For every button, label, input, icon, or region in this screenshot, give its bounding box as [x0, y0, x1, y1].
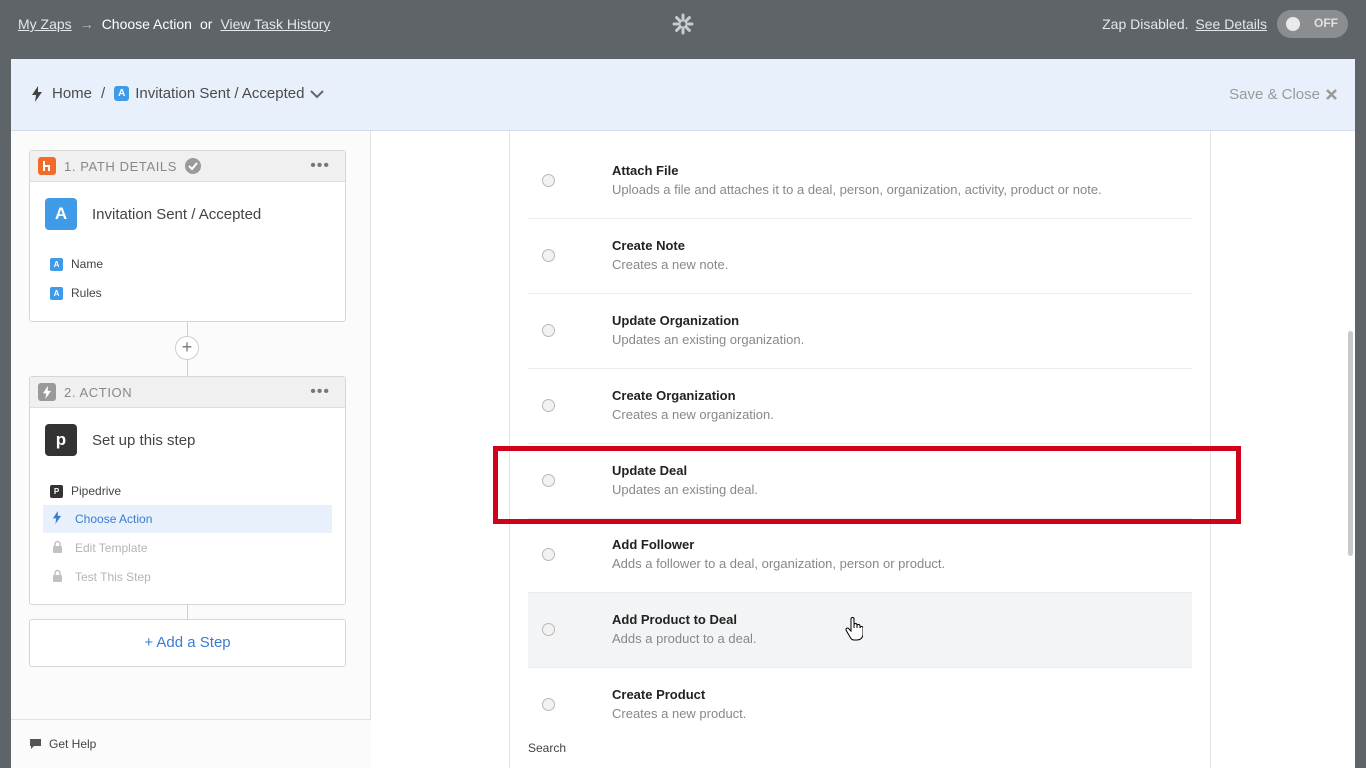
toggle-knob: [1286, 17, 1300, 31]
subitem-label: Edit Template: [75, 541, 148, 555]
bolt-icon: [50, 511, 64, 527]
radio-button[interactable]: [542, 399, 555, 412]
path-a-icon: A: [45, 198, 77, 230]
highlight-box: [493, 446, 1241, 524]
scrollbar-thumb[interactable]: [1348, 331, 1353, 556]
path-breadcrumb: Home / A Invitation Sent / Accepted: [31, 85, 325, 102]
bolt-icon: [32, 85, 42, 102]
action-option-create-note[interactable]: Create Note Creates a new note.: [528, 219, 1192, 294]
step-menu-icon[interactable]: •••: [310, 383, 330, 401]
subitem-label: Choose Action: [75, 512, 153, 526]
close-icon: [1326, 89, 1337, 100]
step-title: Set up this step: [92, 432, 196, 449]
action-option-create-product[interactable]: Create Product Creates a new product.: [528, 668, 1192, 743]
step-menu-icon[interactable]: •••: [310, 157, 330, 175]
action-description: Creates a new organization.: [612, 407, 774, 422]
home-link[interactable]: Home: [52, 85, 92, 102]
chevron-down-icon[interactable]: [310, 89, 325, 99]
a-badge-icon: A: [50, 257, 63, 271]
search-label: Search: [528, 741, 567, 755]
or-text: or: [199, 16, 213, 32]
step-subitem-rules[interactable]: A Rules: [50, 286, 102, 300]
pipedrive-mini-icon: P: [50, 484, 63, 498]
steps-sidebar: 1. PATH DETAILS ••• A Invitation Sent / …: [11, 131, 371, 768]
a-badge-icon: A: [50, 286, 63, 300]
radio-button[interactable]: [542, 698, 555, 711]
subitem-label: Name: [71, 257, 104, 271]
step-card-action[interactable]: 2. ACTION ••• p Set up this step P Piped…: [29, 376, 346, 605]
toggle-label: OFF: [1314, 16, 1338, 30]
action-option-create-organization[interactable]: Create Organization Creates a new organi…: [528, 369, 1192, 444]
action-option-attach-file[interactable]: Attach File Uploads a file and attaches …: [528, 144, 1192, 219]
step-card-path-details[interactable]: 1. PATH DETAILS ••• A Invitation Sent / …: [29, 150, 346, 322]
action-title: Create Note: [612, 238, 685, 253]
panel-header: Home / A Invitation Sent / Accepted Save…: [11, 59, 1355, 131]
sidebar-item-test-step[interactable]: Test This Step: [43, 563, 332, 591]
action-title: Create Product: [612, 687, 706, 702]
action-title: Add Follower: [612, 537, 695, 552]
action-title: Create Organization: [612, 388, 736, 403]
action-title: Add Product to Deal: [612, 612, 737, 627]
step-label: 2. ACTION: [64, 384, 133, 400]
zap-status-text: Zap Disabled.: [1102, 16, 1189, 32]
save-close-label: Save & Close: [1229, 86, 1320, 103]
subitem-label: Rules: [71, 286, 102, 300]
see-details-link[interactable]: See Details: [1195, 16, 1267, 32]
top-bar: My Zaps → Choose Action or View Task His…: [0, 0, 1366, 49]
get-help-label: Get Help: [49, 737, 97, 751]
breadcrumb-separator: /: [101, 85, 106, 102]
step-card-header: 1. PATH DETAILS •••: [30, 151, 345, 182]
action-description: Adds a product to a deal.: [612, 631, 757, 646]
step-title: Invitation Sent / Accepted: [92, 206, 262, 223]
my-zaps-link[interactable]: My Zaps: [18, 16, 72, 32]
action-title: Update Organization: [612, 313, 740, 328]
radio-button[interactable]: [542, 249, 555, 262]
insert-step-button[interactable]: +: [175, 336, 199, 360]
radio-button[interactable]: [542, 174, 555, 187]
step-subitem-name[interactable]: A Name: [50, 257, 103, 271]
zap-status: Zap Disabled. See Details: [1102, 16, 1267, 32]
action-description: Uploads a file and attaches it to a deal…: [612, 182, 1102, 197]
action-description: Updates an existing organization.: [612, 332, 805, 347]
action-description: Creates a new product.: [612, 706, 747, 721]
radio-button[interactable]: [542, 548, 555, 561]
editor-panel: Home / A Invitation Sent / Accepted Save…: [11, 59, 1355, 768]
action-description: Creates a new note.: [612, 257, 729, 272]
zapier-logo-icon: [672, 13, 694, 35]
action-option-update-organization[interactable]: Update Organization Updates an existing …: [528, 294, 1192, 369]
radio-button[interactable]: [542, 324, 555, 337]
zap-breadcrumb: My Zaps → Choose Action or View Task His…: [18, 16, 330, 32]
checkmark-icon: [185, 158, 202, 174]
hand-cursor-icon: [845, 617, 863, 641]
sidebar-item-choose-action[interactable]: Choose Action: [43, 505, 332, 533]
subitem-label: Pipedrive: [71, 484, 122, 498]
path-icon: [38, 157, 56, 175]
radio-button[interactable]: [542, 623, 555, 636]
step-label: 1. PATH DETAILS: [64, 158, 178, 174]
save-close-button[interactable]: Save & Close: [1229, 86, 1337, 103]
action-description: Adds a follower to a deal, organization,…: [612, 556, 946, 571]
step-card-header: 2. ACTION •••: [30, 377, 345, 408]
path-a-badge: A: [114, 86, 130, 101]
pipedrive-app-icon: p: [45, 424, 77, 456]
get-help-button[interactable]: Get Help: [11, 719, 371, 768]
action-title: Attach File: [612, 163, 679, 178]
subitem-label: Test This Step: [75, 570, 151, 584]
path-name-dropdown[interactable]: Invitation Sent / Accepted: [135, 85, 304, 102]
chat-icon: [30, 739, 41, 749]
zap-on-off-toggle[interactable]: OFF: [1277, 10, 1348, 38]
sidebar-item-edit-template[interactable]: Edit Template: [43, 534, 332, 562]
action-option-add-follower[interactable]: Add Follower Adds a follower to a deal, …: [528, 518, 1192, 593]
add-step-button[interactable]: + Add a Step: [29, 619, 346, 667]
bolt-icon: [38, 383, 56, 401]
lock-icon: [50, 569, 64, 585]
step-connector: [187, 605, 188, 619]
current-step-label: Choose Action: [101, 16, 192, 32]
view-task-history-link[interactable]: View Task History: [220, 16, 330, 32]
step-subitem-app[interactable]: P Pipedrive: [50, 484, 121, 498]
lock-icon: [50, 540, 64, 556]
breadcrumb-arrow: →: [79, 16, 94, 32]
